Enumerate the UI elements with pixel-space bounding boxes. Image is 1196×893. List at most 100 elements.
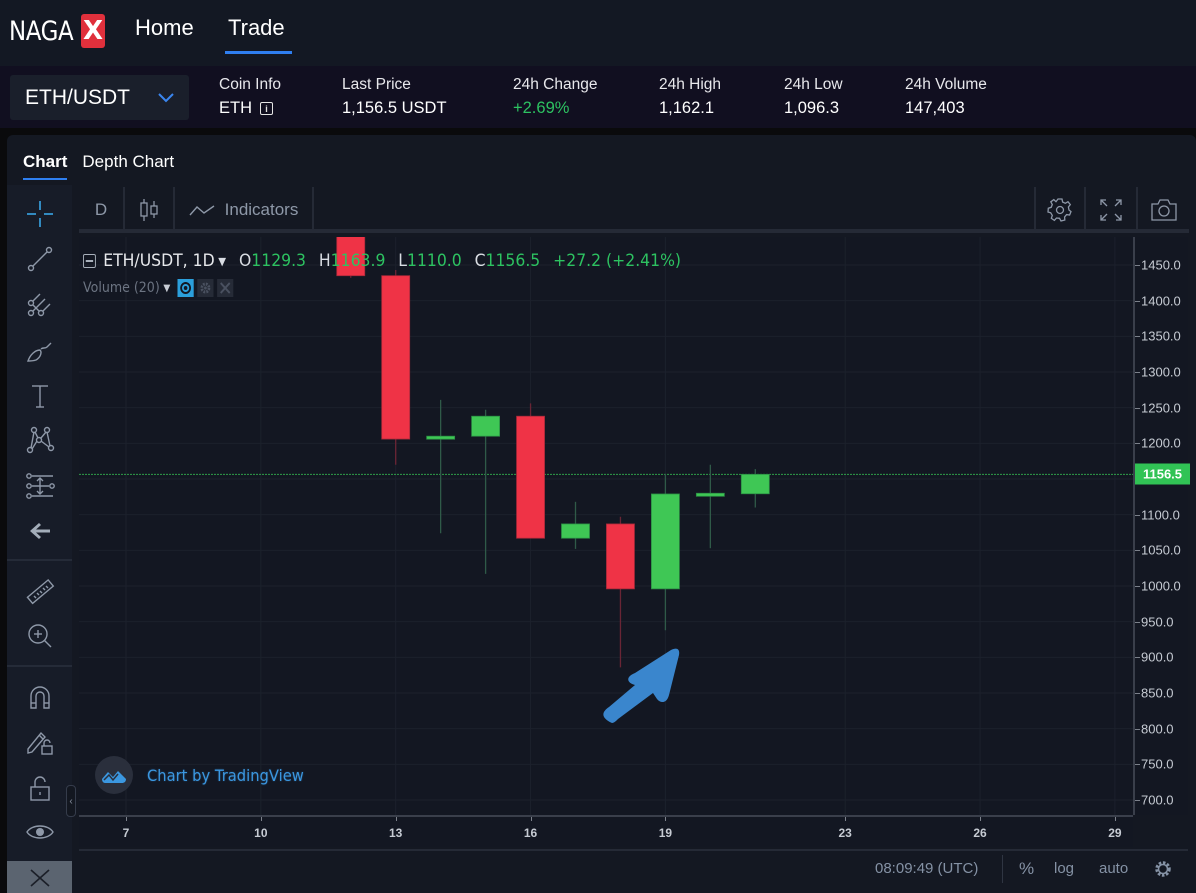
zoom-in-tool[interactable] <box>25 621 55 651</box>
tab-chart[interactable]: Chart <box>23 152 68 180</box>
candle-body <box>561 523 590 539</box>
bottom-divider <box>1002 855 1003 883</box>
volume-remove-button[interactable] <box>217 279 234 297</box>
indicators-label: Indicators <box>224 200 299 219</box>
price-tick <box>1135 265 1140 266</box>
price-tick-label: 1400.0 <box>1141 293 1181 309</box>
volume-dropdown-icon[interactable]: ▼ <box>163 283 170 294</box>
pitchfork-tool[interactable] <box>25 289 55 319</box>
settings-icon <box>1047 198 1072 222</box>
legend-symbol[interactable]: ETH/USDT, 1D <box>103 251 214 271</box>
axis-settings-button[interactable] <box>1153 859 1173 883</box>
fullscreen-button[interactable] <box>1084 187 1136 233</box>
nav-trade[interactable]: Trade <box>228 15 285 41</box>
lock-drawings-tool[interactable] <box>25 727 55 757</box>
time-tick-label: 13 <box>389 826 403 840</box>
price-tick <box>1135 693 1140 694</box>
percent-scale-toggle[interactable]: % <box>1019 859 1034 879</box>
price-tick-label: 800.0 <box>1141 721 1174 737</box>
price-tick <box>1135 586 1140 587</box>
price-tick <box>1135 514 1140 516</box>
brush-tool[interactable] <box>25 335 55 365</box>
volume-label[interactable]: Volume (20) <box>83 280 160 296</box>
magnet-tool[interactable] <box>25 682 55 712</box>
legend-high-value: 1163.9 <box>330 251 386 271</box>
legend-close-value: 1156.5 <box>485 251 541 271</box>
chart-pane[interactable]: ETH/USDT, 1D ▼ O 1129.3 H 1163.9 L 1110.0 C… <box>79 237 1133 815</box>
interval-button[interactable]: D <box>79 187 125 233</box>
price-tick <box>1135 372 1140 373</box>
prediction-tool[interactable] <box>25 471 55 501</box>
chart-type-button[interactable] <box>125 187 175 233</box>
magnet-icon <box>30 686 50 709</box>
utc-clock[interactable]: 08:09:49 (UTC) <box>875 860 978 877</box>
time-axis[interactable]: 7 10 13 16 19 23 26 29 <box>79 815 1133 847</box>
time-tick <box>665 817 667 821</box>
stat-last-price: Last Price 1,156.5 USDT <box>342 76 447 118</box>
prediction-icon <box>26 473 55 499</box>
toolbar-collapse-handle[interactable]: ‹ <box>66 785 76 817</box>
trend-line-icon <box>27 246 53 272</box>
tradingview-watermark[interactable]: Chart by TradingView <box>95 756 317 794</box>
price-tick-label: 1100.0 <box>1141 507 1180 523</box>
remove-drawings-button[interactable] <box>7 861 72 893</box>
legend-low-label: L <box>398 251 407 271</box>
time-tick-label: 23 <box>838 826 852 840</box>
logo-badge: X <box>81 14 105 48</box>
stat-value: 1,162.1 <box>659 99 715 117</box>
time-tick-label: 29 <box>1108 826 1122 840</box>
stat-label: Coin Info <box>219 76 282 93</box>
volume-visibility-button[interactable] <box>177 279 194 297</box>
time-tick-label: 10 <box>254 826 268 840</box>
pair-selector[interactable]: ETH/USDT <box>10 75 189 120</box>
chart-toolbar: D Indicators <box>79 187 1189 233</box>
price-tick-label: 1300.0 <box>1141 364 1181 380</box>
visibility-tool[interactable] <box>25 817 55 847</box>
time-tick <box>126 817 127 821</box>
indicators-button[interactable]: Indicators <box>175 187 314 233</box>
screenshot-button[interactable] <box>1136 187 1189 233</box>
series-legend: ETH/USDT, 1D ▼ O 1129.3 H 1163.9 L 1110.0 C… <box>83 251 681 271</box>
pattern-icon <box>26 426 55 454</box>
active-nav-indicator <box>225 51 292 54</box>
back-tool[interactable] <box>25 516 55 546</box>
nav-home[interactable]: Home <box>135 15 194 41</box>
top-nav: NAGA X Home Trade <box>0 0 1196 66</box>
time-tick-label: 7 <box>122 826 130 840</box>
legend-open-value: 1129.3 <box>251 251 307 271</box>
candle-body <box>651 493 680 590</box>
collapse-legend-icon[interactable] <box>83 254 96 268</box>
price-tick-label: 1350.0 <box>1141 328 1181 344</box>
text-tool[interactable] <box>25 381 55 411</box>
time-tick-label: 16 <box>523 826 538 840</box>
log-scale-toggle[interactable]: log <box>1054 860 1074 877</box>
text-icon <box>32 385 48 408</box>
candle-body <box>740 473 770 495</box>
crosshair-tool[interactable] <box>25 199 55 229</box>
price-tick <box>1135 764 1140 766</box>
candle-body <box>426 435 456 440</box>
auto-scale-toggle[interactable]: auto <box>1099 860 1128 877</box>
unlock-tool[interactable] <box>25 773 55 803</box>
candlestick-chart[interactable] <box>79 237 1133 815</box>
naga-x-logo[interactable]: NAGA X <box>9 14 105 48</box>
pattern-tool[interactable] <box>25 425 55 455</box>
volume-settings-button[interactable] <box>197 279 214 297</box>
stat-24h-low: 24h Low 1,096.3 <box>784 76 843 118</box>
price-axis[interactable]: 1450.0 1400.0 1350.0 1300.0 1250.0 1200.0 1100… <box>1133 237 1190 815</box>
legend-high-label: H <box>318 251 331 271</box>
logo-text: NAGA <box>9 15 74 47</box>
unlock-icon <box>30 776 50 801</box>
ruler-tool[interactable] <box>25 577 55 607</box>
symbol-dropdown-icon[interactable]: ▼ <box>218 255 226 268</box>
stat-24h-change: 24h Change +2.69% <box>513 76 597 118</box>
price-tick-label: 1200.0 <box>1141 435 1181 451</box>
chart-tabs: Chart Depth Chart <box>23 152 174 180</box>
stat-label: 24h Low <box>784 76 843 93</box>
time-tick <box>845 817 847 821</box>
chart-settings-button[interactable] <box>1034 187 1084 233</box>
tab-depth-chart[interactable]: Depth Chart <box>82 152 174 180</box>
stat-label: Last Price <box>342 76 411 93</box>
info-icon[interactable]: i <box>260 102 273 115</box>
trend-line-tool[interactable] <box>25 244 55 274</box>
